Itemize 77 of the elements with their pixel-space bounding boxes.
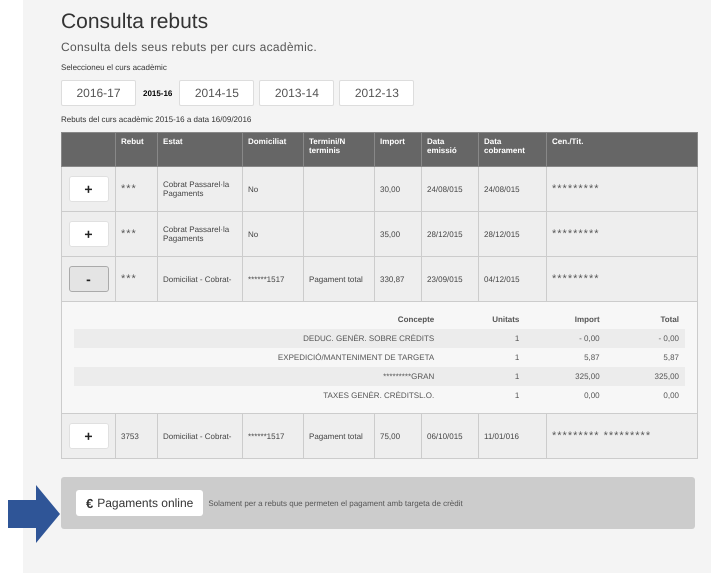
column-header: Domiciliat bbox=[242, 132, 304, 166]
table-cell: 23/09/015 bbox=[422, 256, 478, 302]
table-cell: ********* bbox=[546, 256, 698, 302]
table-cell: Domiciliat - Cobrat- bbox=[158, 414, 242, 458]
table-cell: 24/08/015 bbox=[478, 166, 546, 212]
column-header: Termini/N terminis bbox=[304, 132, 374, 166]
expand-toggle-button[interactable]: + bbox=[68, 221, 108, 247]
table-cell: ******1517 bbox=[242, 256, 304, 302]
table-cell: 5,87 bbox=[525, 348, 606, 367]
table-cell: *** bbox=[116, 212, 158, 256]
table-cell bbox=[304, 166, 374, 212]
column-header: Concepte bbox=[74, 310, 440, 329]
table-cell: 3753 bbox=[116, 414, 158, 458]
year-label: Seleccioneu el curs acadèmic bbox=[61, 63, 168, 72]
table-cell: 1 bbox=[440, 386, 526, 405]
expand-toggle-button[interactable]: + bbox=[68, 176, 108, 202]
year-tab[interactable]: 2012-13 bbox=[339, 80, 414, 106]
table-caption: Rebuts del curs acadèmic 2015-16 a data 16/09/2016 bbox=[61, 115, 252, 124]
column-header: Data cobrament bbox=[478, 132, 546, 166]
page-title: Consulta rebuts bbox=[61, 10, 210, 34]
table-cell: 1 bbox=[440, 348, 526, 367]
table-cell: 325,00 bbox=[606, 367, 685, 386]
expand-toggle-button[interactable]: - bbox=[68, 266, 108, 292]
table-cell: - 0,00 bbox=[525, 329, 606, 348]
table-cell: Domiciliat - Cobrat- bbox=[158, 256, 242, 302]
table-cell: 35,00 bbox=[374, 212, 422, 256]
table-cell: *********GRAN bbox=[74, 367, 440, 386]
table-cell: No bbox=[242, 212, 304, 256]
column-header: Import bbox=[374, 132, 422, 166]
table-cell: *** bbox=[116, 166, 158, 212]
column-header: Unitats bbox=[440, 310, 526, 329]
table-cell: ********* bbox=[546, 212, 698, 256]
table-cell bbox=[304, 212, 374, 256]
table-cell: 04/12/015 bbox=[478, 256, 546, 302]
column-header: Import bbox=[525, 310, 606, 329]
table-cell: 0,00 bbox=[606, 386, 685, 405]
table-cell: 325,00 bbox=[525, 367, 606, 386]
table-cell: 28/12/015 bbox=[422, 212, 478, 256]
column-header: Total bbox=[606, 310, 685, 329]
table-cell: 28/12/015 bbox=[478, 212, 546, 256]
table-cell: ********* bbox=[546, 166, 698, 212]
column-header: Data emissió bbox=[422, 132, 478, 166]
table-cell: ********* ********* bbox=[546, 414, 698, 458]
expand-toggle-button[interactable]: + bbox=[68, 423, 108, 449]
table-cell: 75,00 bbox=[374, 414, 422, 458]
column-header: Cen./Tit. bbox=[546, 132, 698, 166]
table-cell: DEDUC. GENÈR. SOBRE CRÈDITS bbox=[74, 329, 440, 348]
table-cell: No bbox=[242, 166, 304, 212]
table-cell: - 0,00 bbox=[606, 329, 685, 348]
table-cell: 330,87 bbox=[374, 256, 422, 302]
online-payments-button[interactable]: € Pagaments online bbox=[76, 490, 204, 516]
year-tab[interactable]: 2013-14 bbox=[259, 80, 334, 106]
year-tab[interactable]: 2014-15 bbox=[179, 80, 254, 106]
year-tab[interactable]: 2015-16 bbox=[141, 88, 174, 98]
column-header: Rebut bbox=[116, 132, 158, 166]
table-header bbox=[62, 132, 116, 166]
table-cell: ******1517 bbox=[242, 414, 304, 458]
table-cell: 24/08/015 bbox=[422, 166, 478, 212]
column-header: Estat bbox=[158, 132, 242, 166]
table-cell: 06/10/015 bbox=[422, 414, 478, 458]
table-cell: Cobrat Passarel·la Pagaments bbox=[158, 212, 242, 256]
table-cell: EXPEDICIÓ/MANTENIMENT DE TARGETA bbox=[74, 348, 440, 367]
table-cell: 11/01/016 bbox=[478, 414, 546, 458]
year-tab[interactable]: 2016-17 bbox=[61, 80, 136, 106]
table-cell: TAXES GENÈR. CRÈDITSL.O. bbox=[74, 386, 440, 405]
table-cell: *** bbox=[116, 256, 158, 302]
table-cell: Cobrat Passarel·la Pagaments bbox=[158, 166, 242, 212]
arrow-icon bbox=[8, 485, 60, 543]
table-cell: 5,87 bbox=[606, 348, 685, 367]
table-cell: Pagament total bbox=[304, 256, 374, 302]
page-subtitle: Consulta dels seus rebuts per curs acadèmic. bbox=[61, 40, 318, 54]
payment-note: Solament per a rebuts que permeten el pagament amb targeta de crèdit bbox=[208, 498, 463, 508]
table-cell: Pagament total bbox=[304, 414, 374, 458]
table-cell: 0,00 bbox=[525, 386, 606, 405]
table-cell: 1 bbox=[440, 367, 526, 386]
table-cell: 30,00 bbox=[374, 166, 422, 212]
table-cell: 1 bbox=[440, 329, 526, 348]
